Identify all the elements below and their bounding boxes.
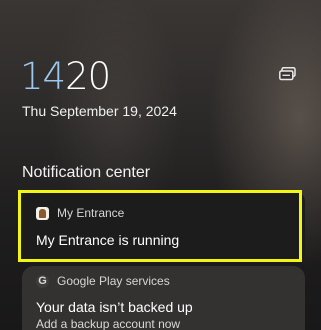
clock: 1420 xyxy=(20,55,111,99)
clock-hours: 14 xyxy=(20,55,66,98)
google-g-icon: G xyxy=(36,274,49,288)
notification-center-title: Notification center xyxy=(22,164,151,181)
date-label: Thu September 19, 2024 xyxy=(22,103,177,119)
notification-app-row: G Google Play services xyxy=(36,274,170,288)
notification-card-google-play[interactable]: G Google Play services Your data isn’t b… xyxy=(22,266,305,330)
notification-title: Your data isn’t backed up xyxy=(36,299,193,315)
clock-minutes: 20 xyxy=(65,55,111,98)
highlight-box xyxy=(18,190,302,262)
notification-body: Add a backup account now xyxy=(36,317,181,330)
notification-stack-icon xyxy=(279,67,296,81)
notification-app-name: Google Play services xyxy=(57,274,170,288)
